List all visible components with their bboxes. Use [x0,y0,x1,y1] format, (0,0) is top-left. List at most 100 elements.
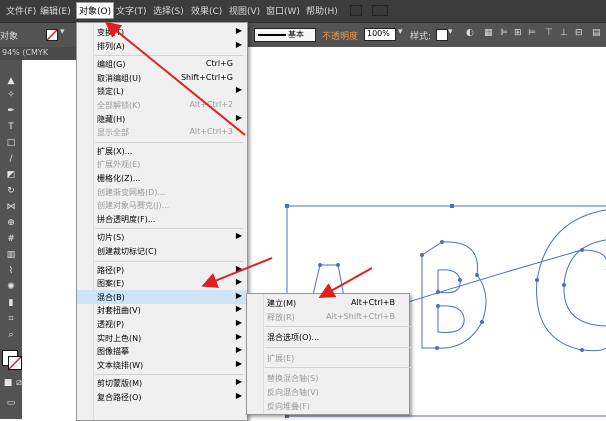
opacity-label[interactable]: 不透明度 [322,29,358,42]
graphic-style-swatch[interactable] [436,29,448,41]
menu-edit[interactable]: 编辑(E) [40,4,71,17]
menu-separator [95,260,243,262]
object-menu-item-14[interactable]: 创建对象马赛克(J)... [77,198,247,212]
gradient-tool-icon[interactable]: ▥ [5,250,17,260]
bridge-icon[interactable] [350,5,362,16]
submenu-arrow-icon: ▶ [235,85,242,95]
object-menu-item-25[interactable]: 实时上色(N) ▶ [77,331,247,345]
object-menu-item-13[interactable]: 创建渐变网格(D)... [77,185,247,199]
rectangle-tool-icon[interactable]: □ [5,138,17,148]
object-menu-item-30[interactable]: 复合路径(O) ▶ [77,390,247,404]
letter-c-outer [536,209,606,352]
object-menu-item-29[interactable]: 剪切蒙版(M) ▶ [77,376,247,390]
type-tool-icon[interactable]: T [5,122,17,132]
arrange-documents-icon[interactable] [372,5,388,16]
align-icon[interactable]: ▦ [484,28,493,38]
selection-tool-icon[interactable]: ▲ [5,76,17,86]
opacity-input[interactable]: 100% [364,28,396,41]
menu-item-label: 实时上色(N) [97,333,142,343]
align-right-icon[interactable]: ⊨ [528,28,536,38]
menu-item-label: 反向混合轴(V) [267,388,319,397]
object-menu-item-7[interactable]: 隐藏(H) ▶ [77,112,247,126]
chevron-down-icon[interactable]: ▾ [398,27,403,37]
align-center-icon[interactable]: ⊞ [514,28,522,38]
menu-select[interactable]: 选择(S) [153,4,184,17]
object-menu-item-11[interactable]: 扩展外观(E) [77,157,247,171]
stroke-profile-select[interactable]: 基本 [254,28,316,42]
object-menu-item-15[interactable]: 拼合透明度(F)... [77,212,247,226]
object-menu-item-12[interactable]: 栅格化(Z)... [77,171,247,185]
object-menu-item-26[interactable]: 图像描摹 ▶ [77,344,247,358]
object-menu-item-6[interactable]: 全部解锁(K) Alt+Ctrl+2 [77,98,247,112]
blend-submenu-item-0[interactable]: 建立(M) Alt+Ctrl+B [247,296,409,310]
object-menu-item-23[interactable]: 封套扭曲(V) ▶ [77,303,247,317]
rotate-tool-icon[interactable]: ↻ [5,186,17,196]
screen-mode-icon[interactable]: ▭ [5,398,17,408]
blend-submenu-item-1[interactable]: 释放(R) Alt+Shift+Ctrl+B [247,310,409,324]
object-menu-item-22[interactable]: 混合(B) ▶ [77,289,247,304]
menu-view[interactable]: 视图(V) [229,4,260,17]
menu-object[interactable]: 对象(O) [76,2,115,19]
width-tool-icon[interactable]: ⋈ [5,202,17,212]
artboard-tool-icon[interactable]: ⌗ [5,314,17,324]
blend-submenu: 建立(M) Alt+Ctrl+B 释放(R) Alt+Shift+Ctrl+B 混合选项… [246,293,413,415]
object-menu-item-20[interactable]: 路径(P) ▶ [77,263,247,277]
chevron-down-icon[interactable]: ▾ [60,27,65,37]
eyedropper-tool-icon[interactable]: ⌇ [5,266,17,276]
menu-window[interactable]: 窗口(W) [266,4,300,17]
pen-tool-icon[interactable]: ✒ [5,106,17,116]
menu-item-label: 路径(P) [97,265,125,275]
align-top-icon[interactable]: ⊤ [545,28,553,38]
paintbrush-tool-icon[interactable]: ∕ [5,154,17,164]
menu-item-label: 图像描摹 [97,347,129,357]
object-menu-item-4[interactable]: 取消编组(U) Shift+Ctrl+G [77,71,247,85]
menu-item-label: 切片(S) [97,233,125,243]
fill-swatch[interactable] [46,29,58,41]
object-menu-item-17[interactable]: 切片(S) ▶ [77,230,247,244]
symbol-sprayer-tool-icon[interactable]: ✺ [5,282,17,292]
graph-tool-icon[interactable]: ▮ [5,298,17,308]
chevron-down-icon[interactable]: ▾ [448,27,453,37]
object-menu-item-3[interactable]: 编组(G) Ctrl+G [77,57,247,71]
object-menu-item-8[interactable]: 显示全部 Alt+Ctrl+3 [77,125,247,139]
blend-submenu-item-5[interactable]: 扩展(E) [247,351,409,365]
menu-help[interactable]: 帮助(H) [306,4,338,17]
distribute-icon[interactable]: ▤ [592,28,601,38]
object-menu-item-24[interactable]: 透视(P) ▶ [77,317,247,331]
align-bottom-icon[interactable]: ⊟ [575,28,583,38]
stroke-color-box[interactable] [8,356,22,370]
submenu-arrow-icon: ▶ [235,231,242,241]
object-menu-item-1[interactable]: 排列(A) ▶ [77,39,247,53]
menu-effect[interactable]: 效果(C) [191,4,222,17]
object-menu-item-10[interactable]: 扩展(X)... [77,144,247,158]
menu-item-shortcut: Alt+Shift+Ctrl+B [326,311,395,321]
menu-type[interactable]: 文字(T) [116,4,147,17]
menu-item-label: 剪切蒙版(M) [97,379,143,389]
object-menu-item-18[interactable]: 创建裁切标记(C) [77,244,247,258]
menu-item-label: 混合(B) [97,292,125,302]
menu-item-label: 变换(T) [97,28,125,37]
object-menu-item-5[interactable]: 锁定(L) ▶ [77,84,247,98]
shape-builder-tool-icon[interactable]: ⊕ [5,218,17,228]
document-tab[interactable]: 94% (CMYK [0,47,76,60]
magic-wand-tool-icon[interactable]: ✧ [5,90,17,100]
zoom-tool-icon[interactable]: ⌕ [5,330,17,340]
stroke-style-label: 基本 [288,30,304,39]
submenu-arrow-icon: ▶ [235,377,242,387]
blend-submenu-item-8[interactable]: 反向混合轴(V) [247,385,409,399]
submenu-arrow-icon: ▶ [235,345,242,355]
recolor-icon[interactable]: ◐ [466,28,474,38]
object-menu-item-21[interactable]: 图案(E) ▶ [77,276,247,290]
eraser-tool-icon[interactable]: ◩ [5,170,17,180]
align-left-icon[interactable]: ⊫ [500,28,508,38]
menu-item-label: 创建裁切标记(C) [97,247,157,256]
blend-submenu-item-9[interactable]: 反向堆叠(F) [247,399,409,413]
object-menu-item-27[interactable]: 文本绕排(W) ▶ [77,358,247,372]
blend-submenu-item-3[interactable]: 混合选项(O)... [247,330,409,344]
object-menu-item-0[interactable]: 变换(T) ▶ [77,25,247,39]
blend-submenu-item-7[interactable]: 替换混合轴(S) [247,371,409,385]
mesh-tool-icon[interactable]: # [5,234,17,244]
menu-file[interactable]: 文件(F) [6,4,36,17]
align-middle-icon[interactable]: ⊥ [560,28,568,38]
submenu-arrow-icon: ▶ [235,318,242,327]
